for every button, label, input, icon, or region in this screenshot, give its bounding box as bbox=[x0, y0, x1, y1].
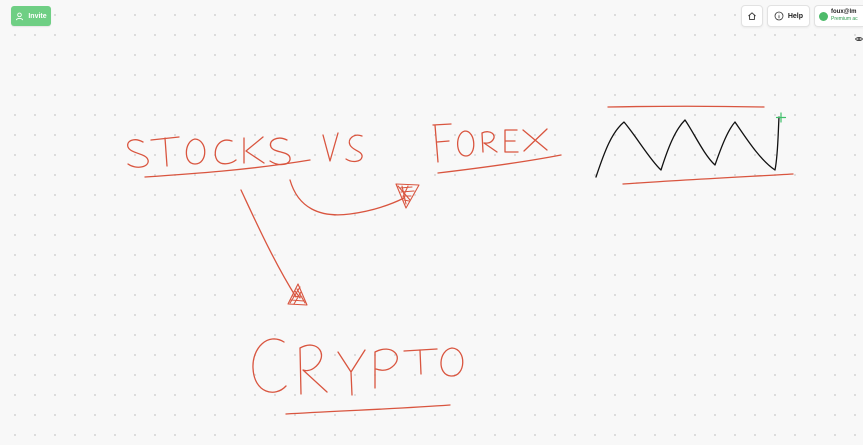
invite-button[interactable]: Invite bbox=[11, 6, 51, 26]
account-info: foux@lm Premium ac bbox=[831, 9, 858, 23]
home-icon bbox=[748, 12, 756, 20]
info-icon bbox=[774, 11, 784, 21]
word-crypto bbox=[252, 338, 464, 396]
top-band-line bbox=[607, 105, 765, 108]
sparkle-mark bbox=[775, 112, 787, 123]
eye-icon[interactable] bbox=[855, 36, 863, 42]
underline-forex bbox=[437, 154, 562, 174]
account-plan: Premium ac bbox=[831, 16, 858, 22]
underline-crypto bbox=[285, 404, 451, 415]
zigzag-line bbox=[595, 116, 780, 178]
arrowhead-crypto bbox=[287, 283, 308, 306]
help-button[interactable]: Help bbox=[766, 5, 810, 27]
arrow-curve-to-forex bbox=[289, 179, 405, 216]
word-forex bbox=[432, 123, 548, 163]
avatar-icon bbox=[819, 11, 828, 21]
help-button-label: Help bbox=[787, 12, 803, 20]
underline-stocks bbox=[144, 159, 311, 178]
user-icon bbox=[16, 12, 24, 20]
home-button[interactable] bbox=[740, 5, 763, 27]
top-right-toolbar: Help foux@lm Premium ac bbox=[740, 5, 863, 27]
whiteboard-drawing bbox=[127, 105, 794, 415]
word-vs bbox=[322, 132, 363, 163]
bottom-band-line bbox=[622, 173, 794, 185]
arrowhead-forex bbox=[395, 183, 420, 209]
account-button[interactable]: foux@lm Premium ac bbox=[814, 5, 863, 27]
word-stocks bbox=[127, 136, 291, 168]
account-email: foux@lm bbox=[831, 9, 857, 15]
invite-button-label: Invite bbox=[28, 12, 47, 20]
arrow-line-to-crypto bbox=[240, 189, 297, 298]
